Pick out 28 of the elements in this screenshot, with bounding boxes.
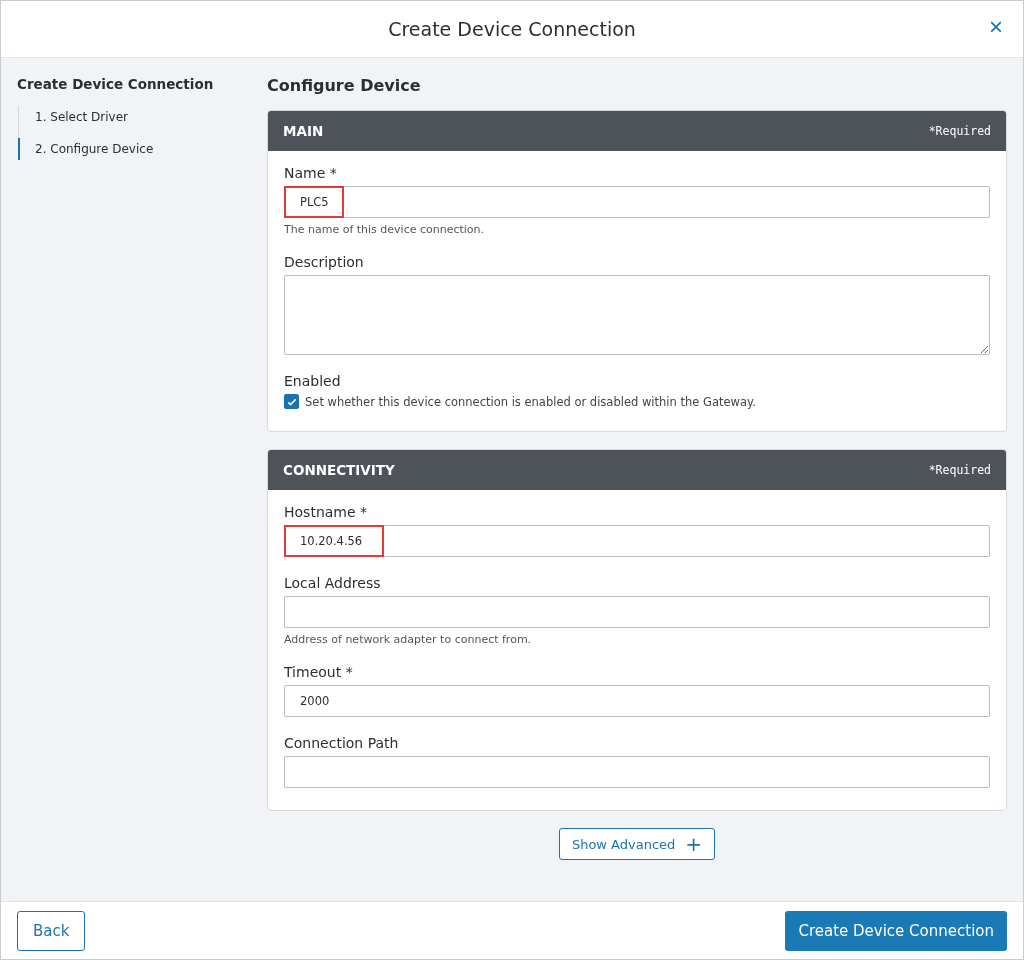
field-label: Enabled — [284, 373, 342, 389]
textarea-field[interactable] — [284, 275, 990, 355]
field-label: Connection Path — [284, 735, 400, 751]
step-item[interactable]: 1. Select Driver — [18, 106, 251, 128]
input-field[interactable] — [284, 756, 990, 788]
field-label: Description — [284, 254, 365, 270]
required-note: *Required — [928, 124, 991, 138]
checkbox-label: Set whether this device connection is enabled or disabled within the Gateway. — [305, 394, 756, 409]
back-button[interactable]: Back — [17, 910, 86, 951]
input-field[interactable]: 2000 — [284, 685, 990, 717]
sidebar-title: Create Device Connection — [17, 76, 215, 92]
create-button[interactable]: Create Device Connection — [785, 910, 1007, 951]
checkbox[interactable] — [284, 394, 299, 409]
field-label: Local Address — [284, 575, 382, 591]
field-label: Timeout * — [284, 664, 354, 680]
close-button[interactable]: × — [985, 15, 1007, 39]
section-title: CONNECTIVITY — [283, 462, 395, 478]
field-label: Name * — [284, 165, 338, 181]
show-advanced-button[interactable]: Show Advanced + — [558, 828, 716, 860]
dialog-title: Create Device Connection — [388, 18, 636, 40]
section-title: MAIN — [283, 123, 324, 139]
page-heading: Configure Device — [267, 76, 422, 95]
field-label: Hostname * — [284, 504, 369, 520]
help-text: The name of this device connection. — [284, 223, 486, 236]
input-field[interactable] — [284, 596, 990, 628]
required-note: *Required — [928, 463, 991, 477]
help-text: Address of network adapter to connect from. — [284, 633, 533, 646]
step-item[interactable]: 2. Configure Device — [18, 138, 251, 160]
